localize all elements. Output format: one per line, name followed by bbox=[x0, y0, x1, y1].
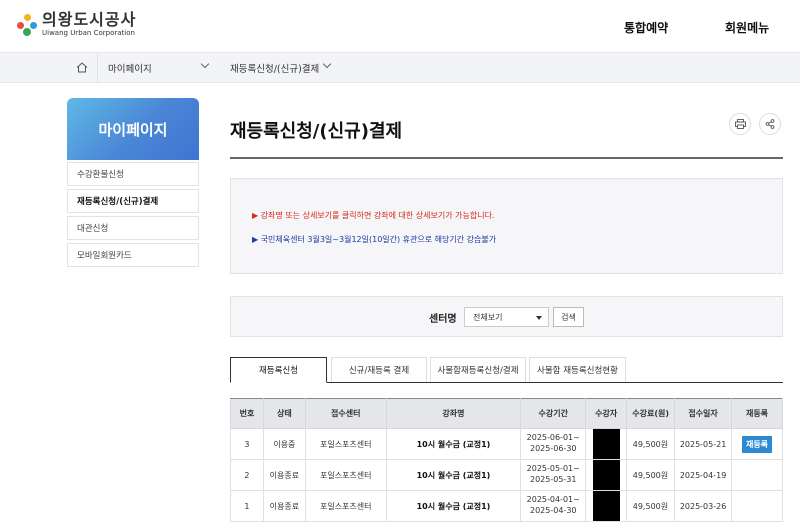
row-center: 포일스포츠센터 bbox=[304, 428, 387, 460]
center-select[interactable]: 전체보기 bbox=[464, 307, 549, 327]
search-button[interactable]: 검색 bbox=[553, 307, 584, 327]
chevron-down-icon bbox=[322, 59, 332, 69]
share-button[interactable] bbox=[759, 113, 781, 135]
period-start: 2025-04-01~ bbox=[526, 495, 580, 505]
row-status: 이용종료 bbox=[262, 459, 306, 491]
sidebar-item-mobile-card[interactable]: 모바일회원카드 bbox=[67, 243, 199, 267]
sidebar-menu: 수강환불신청 재등록신청/(신규)결제 대관신청 모바일회원카드 bbox=[67, 162, 199, 270]
notice-closure: ▶ 국민체육센터 3월3일~3월12일(10일간) 휴관으로 해당기간 강습불가 bbox=[252, 235, 497, 244]
notice-detail-info: ▶ 강좌명 또는 상세보기를 클릭하면 강좌에 대한 상세보기가 가능합니다. bbox=[252, 211, 495, 220]
tab-locker-status[interactable]: 사물함 재등록신청현황 bbox=[529, 357, 626, 383]
print-button[interactable] bbox=[729, 113, 751, 135]
site-logo[interactable]: 의왕도시공사 Uiwang Urban Corporation bbox=[16, 12, 136, 37]
row-no: 2 bbox=[230, 459, 264, 491]
row-course-link[interactable]: 10시 월수금 (교정1) bbox=[385, 490, 522, 522]
table-row: 3 이용중 포일스포츠센터 10시 월수금 (교정1) 2025-06-01~ 2… bbox=[230, 428, 783, 460]
row-status: 이용중 bbox=[262, 428, 306, 460]
row-student bbox=[585, 459, 628, 491]
sidebar-item-refund[interactable]: 수강환불신청 bbox=[67, 162, 199, 186]
row-renew bbox=[731, 459, 783, 491]
title-divider bbox=[230, 157, 783, 159]
sidebar-item-reregistration[interactable]: 재등록신청/(신규)결제 bbox=[67, 189, 199, 213]
row-date: 2025-05-21 bbox=[674, 428, 733, 460]
print-icon bbox=[734, 119, 746, 129]
row-period: 2025-06-01~ 2025-06-30 bbox=[520, 428, 587, 460]
col-no: 번호 bbox=[230, 398, 264, 429]
col-period: 수강기간 bbox=[520, 398, 587, 429]
logo-english: Uiwang Urban Corporation bbox=[42, 29, 135, 37]
row-no: 1 bbox=[230, 490, 264, 522]
col-center: 접수센터 bbox=[304, 398, 387, 429]
redacted-block bbox=[592, 491, 620, 521]
center-select-value: 전체보기 bbox=[473, 312, 503, 322]
col-renew: 재등록 bbox=[731, 398, 783, 429]
col-course: 강좌명 bbox=[385, 398, 522, 429]
breadcrumb-current-label: 재등록신청/(신규)결제 bbox=[230, 63, 320, 75]
period-start: 2025-05-01~ bbox=[526, 464, 580, 474]
chevron-down-icon bbox=[200, 59, 210, 69]
row-fee: 49,500원 bbox=[626, 490, 676, 522]
tab-locker-payment[interactable]: 사물함재등록신청/결제 bbox=[430, 357, 526, 383]
site-header: 의왕도시공사 Uiwang Urban Corporation 통합예약 회원메… bbox=[0, 0, 800, 52]
row-center: 포일스포츠센터 bbox=[304, 490, 387, 522]
share-icon bbox=[765, 119, 775, 129]
home-icon[interactable] bbox=[66, 53, 98, 82]
tab-new-payment[interactable]: 신규/재등록 결제 bbox=[331, 357, 427, 383]
nav-integrated-booking[interactable]: 통합예약 bbox=[624, 19, 668, 36]
table-row: 2 이용종료 포일스포츠센터 10시 월수금 (교정1) 2025-05-01~… bbox=[230, 459, 783, 491]
breadcrumb-mypage[interactable]: 마이페이지 bbox=[108, 53, 214, 82]
period-start: 2025-06-01~ bbox=[526, 433, 580, 443]
row-course-link[interactable]: 10시 월수금 (교정1) bbox=[385, 459, 522, 491]
col-student: 수강자 bbox=[585, 398, 628, 429]
period-end: 2025-06-30 bbox=[530, 444, 577, 453]
table-header-row: 번호 상태 접수센터 강좌명 수강기간 수강자 수강료(원) 접수일자 재등록 bbox=[230, 398, 783, 429]
table-row: 1 이용종료 포일스포츠센터 10시 월수금 (교정1) 2025-04-01~… bbox=[230, 490, 783, 522]
caret-down-icon bbox=[536, 316, 542, 320]
col-status: 상태 bbox=[262, 398, 306, 429]
breadcrumb-mypage-label: 마이페이지 bbox=[108, 63, 152, 75]
row-student bbox=[585, 428, 628, 460]
row-fee: 49,500원 bbox=[626, 428, 676, 460]
logo-korean: 의왕도시공사 bbox=[42, 10, 137, 29]
row-renew bbox=[731, 490, 783, 522]
center-label: 센터명 bbox=[429, 314, 457, 325]
redacted-block bbox=[592, 429, 620, 459]
renew-button[interactable]: 재등록 bbox=[741, 435, 773, 453]
col-date: 접수일자 bbox=[674, 398, 733, 429]
row-renew: 재등록 bbox=[731, 428, 783, 460]
registration-table: 번호 상태 접수센터 강좌명 수강기간 수강자 수강료(원) 접수일자 재등록 … bbox=[230, 398, 783, 522]
row-status: 이용종료 bbox=[262, 490, 306, 522]
row-center: 포일스포츠센터 bbox=[304, 459, 387, 491]
row-date: 2025-03-26 bbox=[674, 490, 733, 522]
row-date: 2025-04-19 bbox=[674, 459, 733, 491]
notice-box: ▶ 강좌명 또는 상세보기를 클릭하면 강좌에 대한 상세보기가 가능합니다. … bbox=[230, 178, 783, 274]
breadcrumb: 마이페이지 재등록신청/(신규)결제 bbox=[0, 52, 800, 83]
nav-member-menu[interactable]: 회원메뉴 bbox=[725, 19, 769, 36]
breadcrumb-current[interactable]: 재등록신청/(신규)결제 bbox=[230, 53, 336, 82]
period-end: 2025-04-30 bbox=[530, 506, 577, 515]
period-end: 2025-05-31 bbox=[530, 475, 577, 484]
row-fee: 49,500원 bbox=[626, 459, 676, 491]
redacted-block bbox=[592, 460, 620, 490]
row-student bbox=[585, 490, 628, 522]
row-no: 3 bbox=[230, 428, 264, 460]
row-period: 2025-05-01~ 2025-05-31 bbox=[520, 459, 587, 491]
row-period: 2025-04-01~ 2025-04-30 bbox=[520, 490, 587, 522]
row-course-link[interactable]: 10시 월수금 (교정1) bbox=[385, 428, 522, 460]
page-title: 재등록신청/(신규)결제 bbox=[230, 121, 403, 142]
sidebar-title: 마이페이지 bbox=[67, 98, 199, 160]
search-panel: 센터명 전체보기 검색 bbox=[230, 296, 783, 337]
sidebar-item-rental[interactable]: 대관신청 bbox=[67, 216, 199, 240]
tab-reregistration[interactable]: 재등록신청 bbox=[230, 357, 327, 383]
col-fee: 수강료(원) bbox=[626, 398, 676, 429]
logo-mark-icon bbox=[16, 13, 38, 37]
